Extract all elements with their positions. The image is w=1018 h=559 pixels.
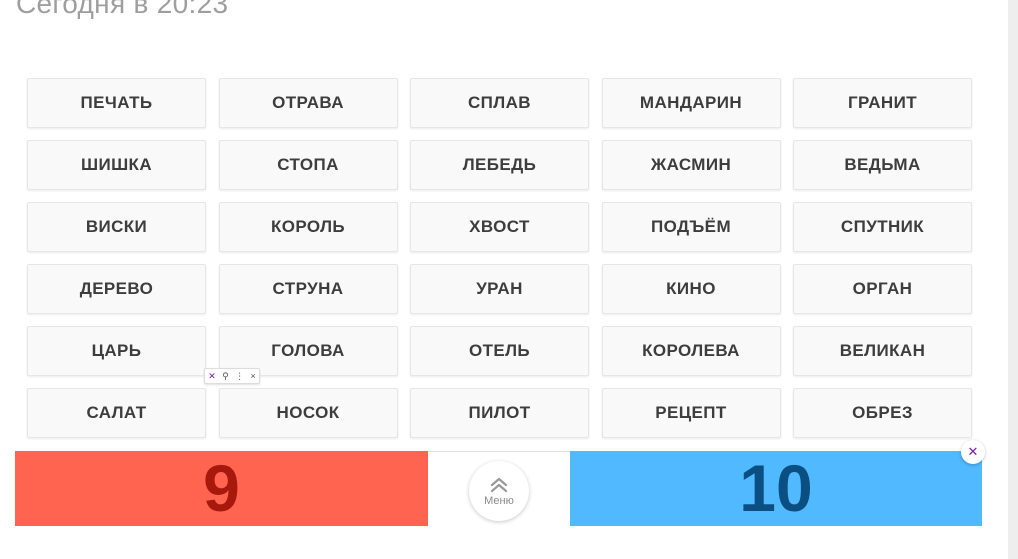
floating-toolbar[interactable]: ✕ ⚲ ⋮ × (204, 368, 260, 384)
blue-team-score: 10 (739, 451, 813, 525)
word-card[interactable]: ВИСКИ (27, 202, 206, 252)
word-card-label: ВЕЛИКАН (839, 341, 926, 360)
word-card-label: ХВОСТ (469, 217, 530, 236)
word-card[interactable]: РЕЦЕПТ (601, 388, 781, 438)
game-screen: Сегодня в 20:23 ПЕЧАТЬ ОТРАВА СПЛАВ МАНДАРИ… (0, 0, 1018, 559)
word-card-label: ЖАСМИН (650, 155, 732, 174)
word-card-label: КОРОЛЬ (270, 217, 346, 236)
word-card[interactable]: ВЕДЬМА (793, 140, 972, 190)
word-card[interactable]: ГРАНИТ (793, 78, 972, 128)
word-grid: ПЕЧАТЬ ОТРАВА СПЛАВ МАНДАРИН ГРАНИТ ШИШКА СТОП… (27, 78, 972, 438)
word-card-label: РЕЦЕПТ (655, 403, 727, 422)
word-card-label: СПЛАВ (468, 93, 531, 112)
word-card-label: ПЕЧАТЬ (80, 93, 153, 112)
word-card-label: ПОДЪЁМ (650, 217, 732, 236)
word-card[interactable]: ЖАСМИН (601, 140, 781, 190)
menu-button[interactable]: Меню (469, 461, 529, 521)
word-card-label: МАНДАРИН (639, 93, 743, 112)
bird-icon[interactable]: ✕ (208, 369, 216, 383)
word-card-label: ВИСКИ (85, 217, 148, 236)
word-card[interactable]: УРАН (410, 264, 589, 314)
word-card[interactable]: СПЛАВ (410, 78, 589, 128)
word-card-label: ГРАНИТ (847, 93, 918, 112)
word-card[interactable]: ДЕРЕВО (27, 264, 206, 314)
word-card[interactable]: ШИШКА (27, 140, 206, 190)
bird-icon[interactable]: ✕ (961, 440, 985, 464)
word-card[interactable]: СТРУНА (218, 264, 398, 314)
word-card-label: ДЕРЕВО (79, 279, 154, 298)
scrollbar-track[interactable] (1008, 0, 1018, 559)
page-title: Сегодня в 20:23 (16, 0, 229, 19)
word-card[interactable]: НОСОК (218, 388, 398, 438)
word-card-label: ГОЛОВА (271, 341, 345, 360)
word-card[interactable]: ОРГАН (793, 264, 972, 314)
word-card[interactable]: ПИЛОТ (410, 388, 589, 438)
word-card[interactable]: СТОПА (218, 140, 398, 190)
word-card[interactable]: КОРОЛЬ (218, 202, 398, 252)
word-card-label: СТОПА (277, 155, 339, 174)
word-card-label: ОТЕЛЬ (468, 341, 531, 360)
word-card-label: ШИШКА (80, 155, 153, 174)
word-card[interactable]: ВЕЛИКАН (793, 326, 972, 376)
word-card-label: КОРОЛЕВА (642, 341, 740, 360)
search-icon[interactable]: ⚲ (222, 369, 229, 383)
blue-team-score-panel: 10 (570, 451, 982, 526)
word-card[interactable]: ПОДЪЁМ (601, 202, 781, 252)
word-card[interactable]: ЛЕБЕДЬ (410, 140, 589, 190)
red-team-score-panel: 9 (15, 451, 428, 526)
word-card-label: ЛЕБЕДЬ (462, 155, 537, 174)
word-card-label: ПИЛОТ (468, 403, 531, 422)
word-card[interactable]: САЛАТ (27, 388, 206, 438)
word-card-label: СПУТНИК (840, 217, 925, 236)
red-team-score: 9 (203, 451, 240, 525)
more-icon[interactable]: ⋮ (235, 369, 244, 383)
word-card-label: САЛАТ (86, 403, 147, 422)
word-card-label: ОТРАВА (272, 93, 344, 112)
menu-label: Меню (484, 494, 514, 507)
word-card[interactable]: СПУТНИК (793, 202, 972, 252)
word-card-label: КИНО (666, 279, 716, 298)
word-card-label: НОСОК (276, 403, 340, 422)
word-card[interactable]: ПЕЧАТЬ (27, 78, 206, 128)
word-card-label: СТРУНА (272, 279, 344, 298)
word-card-label: ВЕДЬМА (844, 155, 921, 174)
word-card[interactable]: КОРОЛЕВА (601, 326, 781, 376)
word-card[interactable]: КИНО (601, 264, 781, 314)
word-card-label: ЦАРЬ (91, 341, 142, 360)
word-card-label: ОБРЕЗ (852, 403, 913, 422)
word-card-label: ОРГАН (852, 279, 913, 298)
word-card-label: УРАН (476, 279, 523, 298)
chevron-double-up-icon (490, 477, 508, 492)
word-card[interactable]: ОТЕЛЬ (410, 326, 589, 376)
word-card[interactable]: ХВОСТ (410, 202, 589, 252)
word-card[interactable]: ОТРАВА (218, 78, 398, 128)
word-card[interactable]: МАНДАРИН (601, 78, 781, 128)
close-icon[interactable]: × (251, 369, 256, 383)
word-card[interactable]: ЦАРЬ (27, 326, 206, 376)
word-card[interactable]: ОБРЕЗ (793, 388, 972, 438)
